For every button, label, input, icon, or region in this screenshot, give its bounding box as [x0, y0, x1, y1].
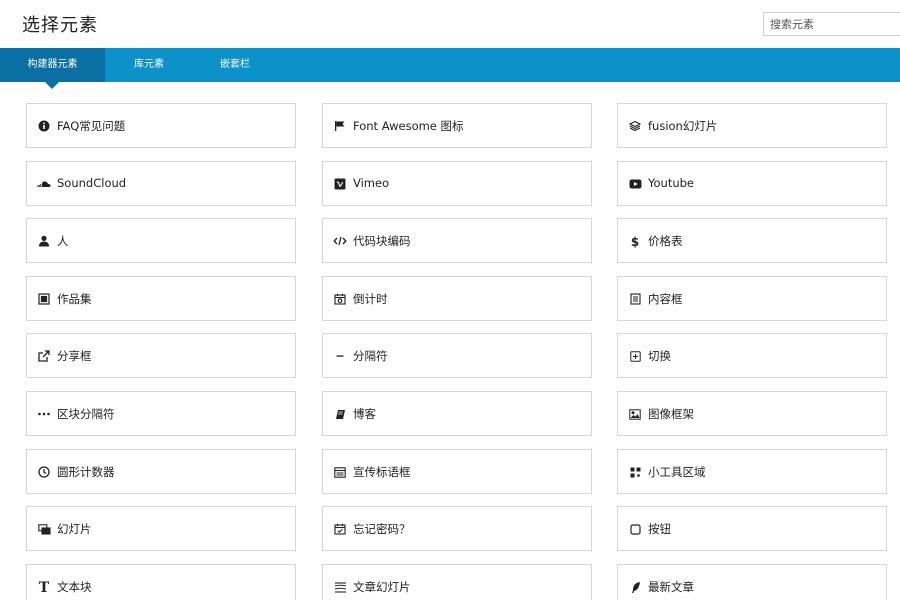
widgets-icon: [628, 464, 642, 480]
element-label: 人: [57, 234, 69, 248]
content-box-icon: [628, 291, 642, 307]
element-card[interactable]: 宣传标语框: [322, 449, 592, 494]
element-label: SoundCloud: [57, 176, 127, 190]
element-card[interactable]: Vimeo: [322, 161, 592, 206]
element-card[interactable]: 分隔符: [322, 333, 592, 378]
element-card[interactable]: 作品集: [26, 276, 296, 321]
element-card[interactable]: 博客: [322, 391, 592, 436]
element-label: 忘记密码？: [353, 522, 411, 536]
element-label: 最新文章: [648, 580, 694, 594]
element-label: 圆形计数器: [57, 465, 115, 479]
user-icon: [37, 233, 51, 249]
element-card[interactable]: 幻灯片: [26, 506, 296, 551]
element-label: fusion幻灯片: [648, 119, 718, 133]
element-label: 分隔符: [353, 349, 388, 363]
element-card[interactable]: Youtube: [617, 161, 887, 206]
slides-icon: [37, 521, 51, 537]
calendar-check-icon: [333, 521, 347, 537]
element-label: 小工具区域: [648, 465, 706, 479]
element-card[interactable]: 切换: [617, 333, 887, 378]
element-label: 分享框: [57, 349, 92, 363]
tagline-box-icon: [333, 464, 347, 480]
element-label: 区块分隔符: [57, 407, 115, 421]
portfolio-icon: [37, 291, 51, 307]
youtube-icon: [628, 176, 642, 192]
ellipsis-icon: [37, 406, 51, 422]
layers-icon: [628, 118, 642, 134]
element-card[interactable]: fusion幻灯片: [617, 103, 887, 148]
code-icon: [333, 233, 347, 249]
element-card[interactable]: 圆形计数器: [26, 449, 296, 494]
element-label: 文章幻灯片: [353, 580, 411, 594]
flag-icon: [333, 118, 347, 134]
element-label: FAQ常见问题: [57, 119, 126, 133]
feather-icon: [628, 579, 642, 595]
element-label: 作品集: [57, 292, 92, 306]
element-card[interactable]: 按钮: [617, 506, 887, 551]
element-card[interactable]: T 文本块: [26, 564, 296, 600]
vimeo-icon: [333, 176, 347, 192]
book-icon: [333, 406, 347, 422]
element-label: 切换: [648, 349, 671, 363]
element-card[interactable]: 图像框架: [617, 391, 887, 436]
element-label: Youtube: [648, 176, 694, 190]
calendar-clock-icon: [333, 291, 347, 307]
element-label: 内容框: [648, 292, 683, 306]
soundcloud-icon: [37, 176, 51, 192]
element-label: 博客: [353, 407, 376, 421]
element-card[interactable]: 区块分隔符: [26, 391, 296, 436]
element-card[interactable]: 人: [26, 218, 296, 263]
image-icon: [628, 406, 642, 422]
element-card[interactable]: 最新文章: [617, 564, 887, 600]
clock-icon: [37, 464, 51, 480]
element-label: 代码块编码: [353, 234, 411, 248]
element-grid: FAQ常见问题 Font Awesome 图标 fusion幻灯片 SoundClou…: [0, 0, 900, 600]
dollar-icon: $: [628, 233, 642, 249]
element-card[interactable]: SoundCloud: [26, 161, 296, 206]
element-card[interactable]: 代码块编码: [322, 218, 592, 263]
element-label: 幻灯片: [57, 522, 92, 536]
element-card[interactable]: $ 价格表: [617, 218, 887, 263]
element-card[interactable]: 倒计时: [322, 276, 592, 321]
element-label: 按钮: [648, 522, 671, 536]
element-label: 宣传标语框: [353, 465, 411, 479]
element-card[interactable]: 分享框: [26, 333, 296, 378]
share-icon: [37, 348, 51, 364]
button-square-icon: [628, 521, 642, 537]
element-card[interactable]: FAQ常见问题: [26, 103, 296, 148]
svg-text:T: T: [39, 580, 50, 594]
element-label: 图像框架: [648, 407, 694, 421]
element-label: Font Awesome 图标: [353, 119, 464, 133]
element-card[interactable]: 忘记密码？: [322, 506, 592, 551]
toggle-plus-icon: [628, 348, 642, 364]
element-label: 文本块: [57, 580, 92, 594]
element-card[interactable]: 小工具区域: [617, 449, 887, 494]
info-circle-icon: [37, 118, 51, 134]
element-label: 倒计时: [353, 292, 388, 306]
element-card[interactable]: Font Awesome 图标: [322, 103, 592, 148]
element-label: 价格表: [648, 234, 683, 248]
element-label: Vimeo: [353, 176, 390, 190]
element-card[interactable]: 内容框: [617, 276, 887, 321]
svg-text:$: $: [631, 235, 639, 248]
text-t-icon: T: [37, 579, 51, 595]
stack-icon: [333, 579, 347, 595]
minus-icon: [333, 348, 347, 364]
element-card[interactable]: 文章幻灯片: [322, 564, 592, 600]
